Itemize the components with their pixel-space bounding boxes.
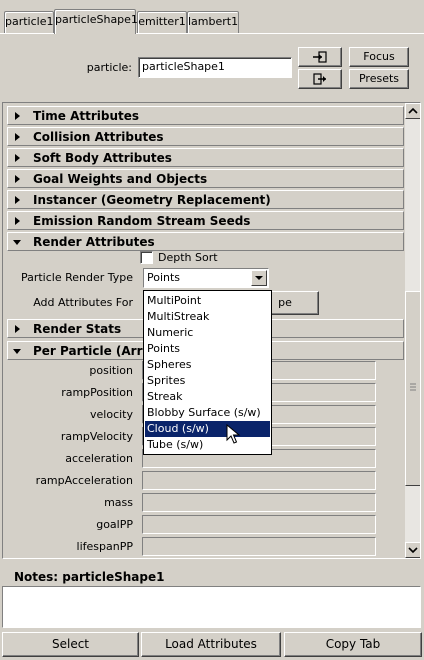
focus-button[interactable]: Focus: [349, 47, 409, 67]
section-goal-weights[interactable]: Goal Weights and Objects: [7, 169, 404, 188]
option-points[interactable]: Points: [145, 341, 270, 357]
scroll-thumb[interactable]: [405, 291, 420, 486]
depth-sort-checkbox[interactable]: [140, 251, 153, 264]
field-label-goalpp: goalPP: [96, 518, 133, 531]
section-render-attributes[interactable]: Render Attributes: [7, 232, 404, 251]
field-label-lifespanpp: lifespanPP: [76, 540, 133, 553]
option-blobby-surface[interactable]: Blobby Surface (s/w): [145, 405, 270, 421]
scroll-up-icon: [408, 107, 418, 114]
chevron-down-icon: [255, 276, 263, 280]
copy-tab-button[interactable]: Copy Tab: [284, 632, 422, 657]
output-connection-icon: [313, 73, 326, 85]
section-time-attributes[interactable]: Time Attributes: [7, 106, 404, 125]
expand-arrow-icon: [15, 154, 20, 162]
input-connection-button[interactable]: [298, 47, 342, 67]
rampacceleration-field[interactable]: [142, 471, 376, 490]
field-label-velocity: velocity: [90, 408, 133, 421]
input-connection-icon: [313, 51, 327, 63]
section-title: Time Attributes: [33, 109, 140, 123]
tab-particle1[interactable]: particle1: [4, 11, 54, 33]
tab-label: emitter1: [138, 15, 186, 28]
option-spheres[interactable]: Spheres: [145, 357, 270, 373]
scroll-down-button[interactable]: [405, 542, 420, 558]
field-label-acceleration: acceleration: [65, 452, 133, 465]
load-attributes-button[interactable]: Load Attributes: [141, 632, 281, 657]
section-emission-seeds[interactable]: Emission Random Stream Seeds: [7, 211, 404, 230]
field-label-rampvelocity: rampVelocity: [60, 430, 133, 443]
mouse-cursor-icon: [226, 424, 241, 444]
section-title: Render Attributes: [33, 235, 155, 249]
section-collision-attributes[interactable]: Collision Attributes: [7, 127, 404, 146]
attribute-panel[interactable]: Time Attributes Collision Attributes Sof…: [2, 102, 421, 559]
field-label-rampposition: rampPosition: [61, 386, 133, 399]
expand-arrow-icon: [15, 325, 20, 333]
vertical-scrollbar[interactable]: [405, 103, 420, 558]
field-label-position: position: [89, 364, 133, 377]
output-connection-button[interactable]: [298, 69, 342, 89]
expand-arrow-icon: [15, 175, 20, 183]
lifespanpp-field[interactable]: [142, 537, 376, 556]
section-title: Soft Body Attributes: [33, 151, 172, 165]
field-label-mass: mass: [104, 496, 133, 509]
particle-name-field[interactable]: particleShape1: [138, 57, 292, 78]
option-sprites[interactable]: Sprites: [145, 373, 270, 389]
section-title: Goal Weights and Objects: [33, 172, 208, 186]
expand-arrow-icon: [15, 196, 20, 204]
option-numeric[interactable]: Numeric: [145, 325, 270, 341]
option-streak[interactable]: Streak: [145, 389, 270, 405]
dropdown-toggle-button[interactable]: [251, 270, 267, 286]
notes-textarea[interactable]: [2, 586, 421, 628]
tab-label: lambert1: [188, 15, 239, 28]
section-title: Instancer (Geometry Replacement): [33, 193, 271, 207]
focus-button-label: Focus: [363, 50, 395, 63]
option-cloud[interactable]: Cloud (s/w): [145, 421, 270, 437]
notes-label: Notes: particleShape1: [14, 570, 165, 584]
scroll-down-icon: [408, 547, 418, 554]
option-multistreak[interactable]: MultiStreak: [145, 309, 270, 325]
field-label-rampacceleration: rampAcceleration: [35, 474, 133, 487]
select-button[interactable]: Select: [2, 632, 139, 657]
mass-field[interactable]: [142, 493, 376, 512]
copy-tab-button-label: Copy Tab: [325, 637, 381, 651]
select-button-label: Select: [51, 637, 90, 651]
expand-arrow-icon: [15, 133, 20, 141]
dropdown-selected-value: Points: [147, 271, 181, 284]
particle-label: particle:: [86, 61, 132, 74]
section-title: Emission Random Stream Seeds: [33, 214, 251, 228]
tab-particleshape1[interactable]: particleShape1: [54, 9, 138, 34]
tab-lambert1[interactable]: lambert1: [187, 11, 239, 33]
section-title: Collision Attributes: [33, 130, 164, 144]
load-attributes-button-label: Load Attributes: [165, 637, 257, 651]
section-instancer[interactable]: Instancer (Geometry Replacement): [7, 190, 404, 209]
goalpp-field[interactable]: [142, 515, 376, 534]
option-tube[interactable]: Tube (s/w): [145, 437, 270, 453]
expand-arrow-icon: [15, 217, 20, 225]
scroll-up-button[interactable]: [405, 103, 420, 119]
tab-label: particleShape1: [55, 13, 138, 26]
particle-render-type-label: Particle Render Type: [20, 271, 133, 284]
collapse-arrow-icon: [13, 349, 21, 354]
particle-render-type-dropdown[interactable]: Points: [143, 268, 269, 288]
add-attributes-label: Add Attributes For: [33, 296, 133, 309]
section-soft-body-attributes[interactable]: Soft Body Attributes: [7, 148, 404, 167]
current-render-type-button-label: pe: [278, 296, 292, 309]
presets-button-label: Presets: [358, 72, 400, 85]
render-type-option-list[interactable]: MultiPoint MultiStreak Numeric Points Sp…: [143, 290, 272, 455]
tab-emitter1[interactable]: emitter1: [137, 11, 187, 33]
tab-label: particle1: [5, 15, 54, 28]
expand-arrow-icon: [15, 112, 20, 120]
depth-sort-label: Depth Sort: [158, 251, 218, 264]
option-multipoint[interactable]: MultiPoint: [145, 293, 270, 309]
grip-icon: [410, 383, 416, 391]
section-title: Render Stats: [33, 322, 122, 336]
presets-button[interactable]: Presets: [349, 69, 409, 89]
collapse-arrow-icon: [13, 240, 21, 245]
